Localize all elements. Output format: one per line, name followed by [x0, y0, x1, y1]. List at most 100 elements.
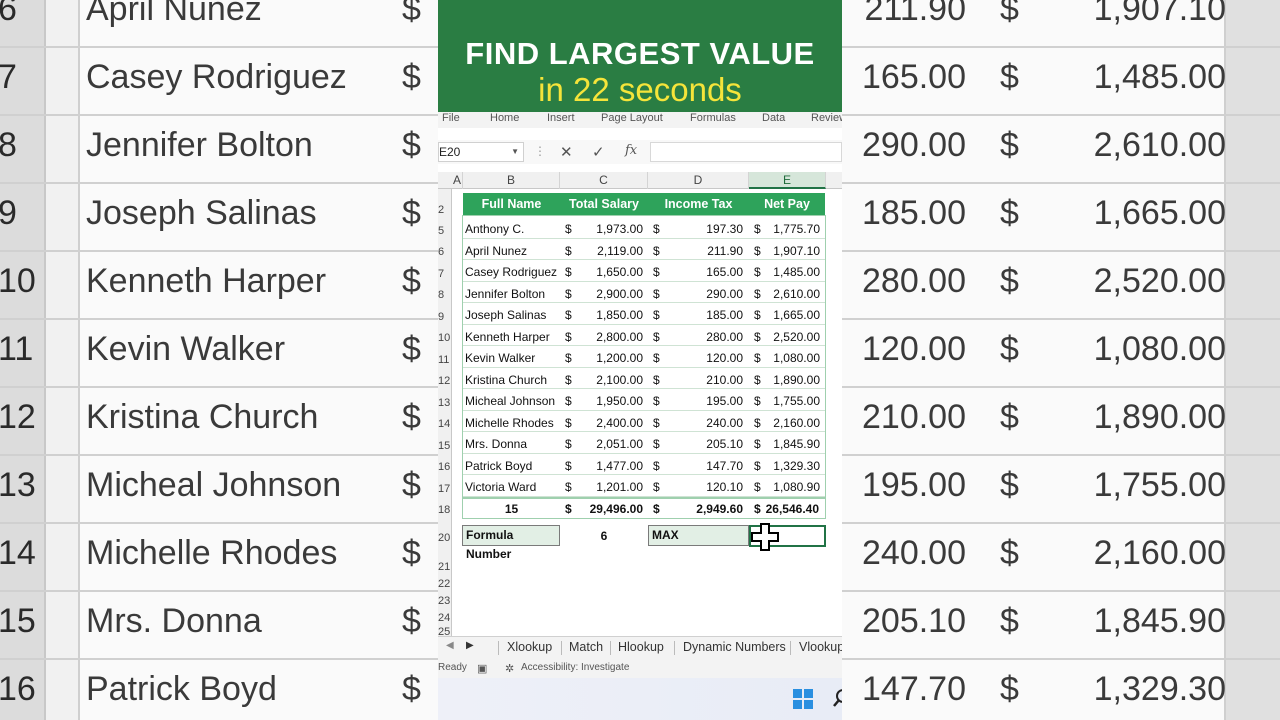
cell-net-pay[interactable]: 1,907.10 [764, 244, 820, 258]
tab-page-layout[interactable]: Page Layout [601, 112, 663, 124]
row-number[interactable]: 10 [438, 332, 452, 344]
cell-net-pay[interactable]: 1,080.00 [764, 351, 820, 365]
tab-file[interactable]: File [442, 112, 460, 124]
column-header-e[interactable]: E [749, 172, 826, 189]
total-net-pay[interactable]: 26,546.40 [765, 502, 819, 516]
row-number[interactable]: 11 [438, 354, 452, 366]
cell-full-name[interactable]: Micheal Johnson [465, 394, 555, 408]
cell-income-tax[interactable]: 185.00 [663, 308, 743, 322]
row-number[interactable]: 21 [438, 561, 452, 573]
search-icon[interactable] [832, 688, 842, 708]
tab-home[interactable]: Home [490, 112, 519, 124]
prev-sheet-icon[interactable]: ◀ [446, 640, 454, 651]
row-number[interactable]: 2 [438, 204, 452, 216]
row-number[interactable]: 22 [438, 578, 452, 590]
cell-total-salary[interactable]: 2,800.00 [573, 330, 643, 344]
cell-full-name[interactable]: Patrick Boyd [465, 459, 532, 473]
tab-data[interactable]: Data [762, 112, 785, 124]
chevron-down-icon[interactable]: ▼ [511, 143, 519, 161]
row-number[interactable]: 13 [438, 397, 452, 409]
cell-net-pay[interactable]: 1,329.30 [764, 459, 820, 473]
cell-net-pay[interactable]: 1,845.90 [764, 437, 820, 451]
cell-net-pay[interactable]: 2,610.00 [764, 287, 820, 301]
column-header-b[interactable]: B [463, 172, 560, 189]
cell-income-tax[interactable]: 120.00 [663, 351, 743, 365]
cell-full-name[interactable]: April Nunez [465, 244, 527, 258]
cell-income-tax[interactable]: 280.00 [663, 330, 743, 344]
cell-income-tax[interactable]: 210.00 [663, 373, 743, 387]
sheet-tab-hlookup[interactable]: Hlookup [618, 640, 664, 654]
tab-review[interactable]: Review [811, 112, 842, 124]
row-number[interactable]: 17 [438, 483, 452, 495]
formula-input[interactable] [650, 142, 842, 162]
row-number[interactable]: 23 [438, 595, 452, 607]
cell-total-salary[interactable]: 1,200.00 [573, 351, 643, 365]
column-header-c[interactable]: C [560, 172, 648, 189]
row-number[interactable]: 16 [438, 461, 452, 473]
cell-full-name[interactable]: Jennifer Bolton [465, 287, 545, 301]
next-sheet-icon[interactable]: ▶ [466, 640, 474, 651]
enter-icon[interactable]: ✓ [592, 143, 605, 161]
cell-full-name[interactable]: Anthony C. [465, 222, 524, 236]
cell-total-salary[interactable]: 1,850.00 [573, 308, 643, 322]
cell-net-pay[interactable]: 1,080.90 [764, 480, 820, 494]
windows-start-icon[interactable] [793, 689, 813, 709]
cell-total-salary[interactable]: 2,400.00 [573, 416, 643, 430]
row-number[interactable]: 20 [438, 532, 452, 544]
cell-full-name[interactable]: Michelle Rhodes [465, 416, 554, 430]
tab-formulas[interactable]: Formulas [690, 112, 736, 124]
total-count[interactable]: 15 [463, 502, 560, 516]
cancel-icon[interactable]: ✕ [560, 143, 573, 161]
total-tax[interactable]: 2,949.60 [663, 502, 743, 516]
cell-income-tax[interactable]: 120.10 [663, 480, 743, 494]
cell-net-pay[interactable]: 1,890.00 [764, 373, 820, 387]
accessibility-icon[interactable]: ✲ [505, 662, 514, 675]
row-number[interactable]: 9 [438, 311, 452, 323]
cell-total-salary[interactable]: 1,950.00 [573, 394, 643, 408]
row-number[interactable]: 7 [438, 268, 452, 280]
accessibility-status[interactable]: Accessibility: Investigate [521, 662, 629, 673]
cell-income-tax[interactable]: 290.00 [663, 287, 743, 301]
cell-total-salary[interactable]: 2,051.00 [573, 437, 643, 451]
sheet-tab-vlookup[interactable]: Vlookup [799, 640, 842, 654]
cell-full-name[interactable]: Victoria Ward [465, 480, 536, 494]
sheet-tab-dynamic-numbers[interactable]: Dynamic Numbers [683, 640, 786, 654]
macro-record-icon[interactable]: ▣ [477, 662, 487, 675]
row-number[interactable]: 14 [438, 418, 452, 430]
cell-total-salary[interactable]: 2,900.00 [573, 287, 643, 301]
cell-income-tax[interactable]: 195.00 [663, 394, 743, 408]
cell-total-salary[interactable]: 1,201.00 [573, 480, 643, 494]
cell-income-tax[interactable]: 147.70 [663, 459, 743, 473]
row-number[interactable]: 15 [438, 440, 452, 452]
cell-net-pay[interactable]: 1,755.00 [764, 394, 820, 408]
cell-net-pay[interactable]: 2,160.00 [764, 416, 820, 430]
cell-net-pay[interactable]: 1,485.00 [764, 265, 820, 279]
tab-insert[interactable]: Insert [547, 112, 575, 124]
column-header-d[interactable]: D [648, 172, 749, 189]
cell-total-salary[interactable]: 2,119.00 [573, 244, 643, 258]
sheet-tab-match[interactable]: Match [569, 640, 603, 654]
cell-full-name[interactable]: Kevin Walker [465, 351, 535, 365]
row-number[interactable]: 18 [438, 504, 452, 516]
cell-full-name[interactable]: Kristina Church [465, 373, 547, 387]
cell-income-tax[interactable]: 205.10 [663, 437, 743, 451]
cell-total-salary[interactable]: 1,477.00 [573, 459, 643, 473]
cell-full-name[interactable]: Mrs. Donna [465, 437, 527, 451]
cell-net-pay[interactable]: 2,520.00 [764, 330, 820, 344]
name-box[interactable]: E20 ▼ [438, 142, 524, 162]
cell-total-salary[interactable]: 1,650.00 [573, 265, 643, 279]
formula-number-value[interactable]: 6 [560, 529, 648, 543]
cell-full-name[interactable]: Joseph Salinas [465, 308, 546, 322]
cell-net-pay[interactable]: 1,775.70 [764, 222, 820, 236]
cell-net-pay[interactable]: 1,665.00 [764, 308, 820, 322]
cell-income-tax[interactable]: 240.00 [663, 416, 743, 430]
cell-total-salary[interactable]: 2,100.00 [573, 373, 643, 387]
insert-function-icon[interactable]: fx [625, 143, 637, 158]
formula-number-label[interactable]: Formula Number [462, 525, 560, 561]
row-number[interactable]: 24 [438, 612, 452, 624]
column-header-a[interactable]: A [452, 172, 463, 189]
cell-income-tax[interactable]: 165.00 [663, 265, 743, 279]
row-number[interactable]: 5 [438, 225, 452, 237]
cell-full-name[interactable]: Casey Rodriguez [465, 265, 557, 279]
row-number[interactable]: 8 [438, 289, 452, 301]
